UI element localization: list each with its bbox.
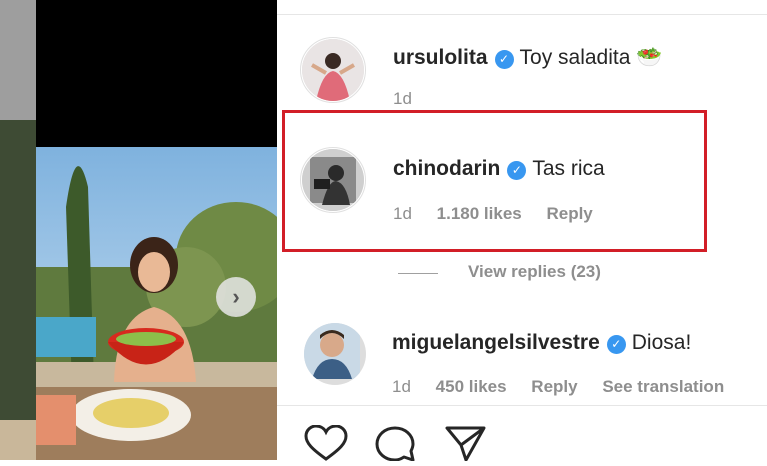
- reply-button[interactable]: Reply: [546, 204, 592, 223]
- top-divider: [277, 14, 767, 15]
- comment-text: Diosa!: [631, 331, 692, 354]
- comment-time: 1d: [393, 204, 412, 223]
- comment-text: Tas rica: [532, 157, 605, 180]
- reply-button[interactable]: Reply: [531, 377, 577, 396]
- comment-time: 1d: [393, 89, 412, 108]
- share-icon[interactable]: [444, 425, 488, 462]
- comment-username[interactable]: ursulolita: [393, 46, 488, 69]
- comment-username[interactable]: chinodarin: [393, 157, 500, 180]
- avatar-ursulolita[interactable]: [302, 39, 364, 101]
- comment-text: Toy saladita 🥗: [519, 46, 663, 69]
- verified-badge-icon: ✓: [606, 334, 626, 354]
- avatar-chinodarin[interactable]: [302, 149, 364, 211]
- likes-count[interactable]: 1.180 likes: [437, 204, 522, 223]
- see-translation-button[interactable]: See translation: [602, 377, 724, 396]
- comment-1: ursulolita ✓ Toy saladita 🥗: [393, 46, 662, 70]
- replies-dash: [398, 273, 438, 274]
- heart-icon[interactable]: [304, 424, 348, 461]
- verified-badge-icon: ✓: [494, 49, 514, 69]
- comment-meta: 1d 450 likes Reply See translation: [392, 377, 724, 397]
- comment-username[interactable]: miguelangelsilvestre: [392, 331, 600, 354]
- comment-3: miguelangelsilvestre ✓ Diosa!: [392, 331, 691, 355]
- likes-count[interactable]: 450 likes: [436, 377, 507, 396]
- comment-icon[interactable]: [374, 425, 418, 462]
- comment-time: 1d: [392, 377, 411, 396]
- comment-meta: 1d 1.180 likes Reply: [393, 204, 593, 224]
- avatar-miguelangelsilvestre[interactable]: [304, 323, 366, 385]
- comment-2: chinodarin ✓ Tas rica: [393, 157, 605, 181]
- actions-divider: [277, 405, 767, 406]
- next-photo-button[interactable]: ›: [216, 277, 256, 317]
- verified-badge-icon: ✓: [507, 160, 527, 180]
- view-replies-button[interactable]: View replies (23): [468, 262, 601, 282]
- background-image-left: [0, 0, 36, 460]
- chevron-right-icon: ›: [232, 284, 240, 309]
